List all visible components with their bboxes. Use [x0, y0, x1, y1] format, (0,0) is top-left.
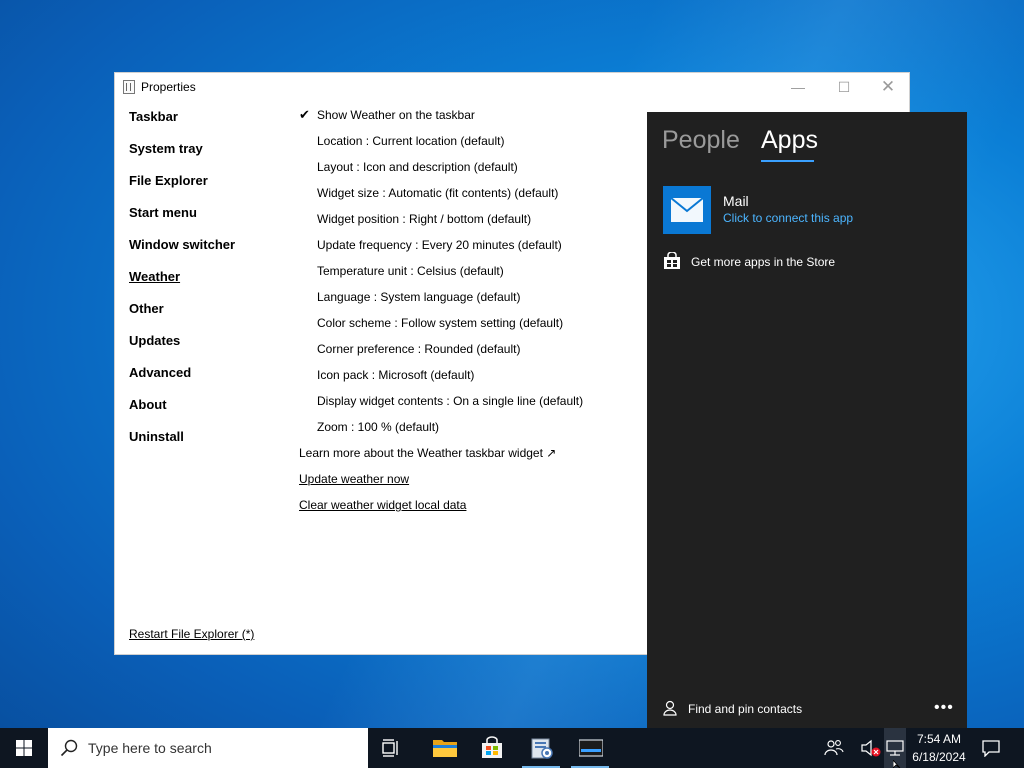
- windows-logo-icon: [16, 740, 32, 756]
- checkmark-icon: ✔: [299, 107, 310, 122]
- store-icon: [664, 252, 680, 269]
- nav-item-updates[interactable]: Updates: [129, 333, 235, 365]
- link-label: Learn more about the Weather taskbar wid…: [299, 446, 557, 460]
- folder-icon: [433, 740, 457, 757]
- setting-color-scheme[interactable]: Color scheme : Follow system setting (de…: [299, 315, 583, 341]
- setting-label: Update frequency : Every 20 minutes (def…: [317, 238, 562, 252]
- setting-label: Zoom : 100 % (default): [317, 420, 440, 434]
- task-view-button[interactable]: [368, 728, 414, 768]
- person-icon: [663, 700, 677, 716]
- setting-label: Widget size : Automatic (fit contents) (…: [317, 186, 559, 200]
- find-contacts-button[interactable]: Find and pin contacts: [688, 702, 802, 716]
- learn-more-link[interactable]: Learn more about the Weather taskbar wid…: [299, 445, 583, 471]
- store-bag-icon: [482, 736, 502, 758]
- mail-icon: [671, 198, 703, 222]
- nav-item-taskbar[interactable]: Taskbar: [129, 109, 235, 141]
- title-bar[interactable]: Properties — ☐ ✕: [115, 73, 909, 101]
- nav-item-uninstall[interactable]: Uninstall: [129, 429, 235, 461]
- setting-label: Layout : Icon and description (default): [317, 160, 518, 174]
- setting-icon-pack[interactable]: Icon pack : Microsoft (default): [299, 367, 583, 393]
- nav-item-advanced[interactable]: Advanced: [129, 365, 235, 397]
- setting-label: Show Weather on the taskbar: [317, 108, 475, 122]
- nav-item-weather[interactable]: Weather: [129, 269, 235, 301]
- setting-layout[interactable]: Layout : Icon and description (default): [299, 159, 583, 185]
- nav-item-file-explorer[interactable]: File Explorer: [129, 173, 235, 205]
- setting-language[interactable]: Language : System language (default): [299, 289, 583, 315]
- tab-people[interactable]: People: [662, 126, 740, 155]
- setting-display-contents[interactable]: Display widget contents : On a single li…: [299, 393, 583, 419]
- setting-label: Color scheme : Follow system setting (de…: [317, 316, 564, 330]
- properties-taskbar-button[interactable]: [518, 728, 564, 768]
- setting-zoom[interactable]: Zoom : 100 % (default): [299, 419, 583, 445]
- tab-apps[interactable]: Apps: [761, 126, 818, 155]
- volume-muted-icon[interactable]: [860, 738, 882, 758]
- setting-label: Widget position : Right / bottom (defaul…: [317, 212, 532, 226]
- setting-update-frequency[interactable]: Update frequency : Every 20 minutes (def…: [299, 237, 583, 263]
- weather-settings-list: ✔ Show Weather on the taskbar Location :…: [299, 107, 583, 523]
- search-input[interactable]: Type here to search: [48, 728, 368, 768]
- setting-widget-position[interactable]: Widget position : Right / bottom (defaul…: [299, 211, 583, 237]
- setting-show-weather[interactable]: ✔ Show Weather on the taskbar: [299, 107, 583, 133]
- mail-app-tile[interactable]: [663, 186, 711, 234]
- connect-app-link[interactable]: Click to connect this app: [723, 211, 853, 225]
- taskbar: Type here to search 7:54 AM 6/18/2024: [0, 728, 1024, 768]
- setting-widget-size[interactable]: Widget size : Automatic (fit contents) (…: [299, 185, 583, 211]
- network-icon: [886, 740, 904, 756]
- minimize-button[interactable]: —: [775, 73, 821, 101]
- maximize-button[interactable]: ☐: [821, 73, 867, 101]
- get-more-apps-link[interactable]: Get more apps in the Store: [691, 255, 835, 269]
- nav-item-about[interactable]: About: [129, 397, 235, 429]
- sidebar-nav: Taskbar System tray File Explorer Start …: [129, 109, 235, 461]
- task-view-icon: [382, 739, 398, 757]
- mail-app-name: Mail: [723, 193, 749, 209]
- link-label: Update weather now: [299, 472, 410, 486]
- setting-label: Language : System language (default): [317, 290, 521, 304]
- setting-corner-preference[interactable]: Corner preference : Rounded (default): [299, 341, 583, 367]
- file-explorer-button[interactable]: [420, 728, 466, 768]
- more-options-icon[interactable]: •••: [934, 699, 954, 717]
- setting-label: Display widget contents : On a single li…: [317, 394, 584, 408]
- setting-temperature-unit[interactable]: Temperature unit : Celsius (default): [299, 263, 583, 289]
- setting-label: Temperature unit : Celsius (default): [317, 264, 504, 278]
- close-button[interactable]: ✕: [865, 73, 911, 101]
- search-placeholder: Type here to search: [88, 740, 212, 756]
- clock-time[interactable]: 7:54 AM: [915, 732, 963, 746]
- update-weather-link[interactable]: Update weather now: [299, 471, 583, 497]
- nav-item-start-menu[interactable]: Start menu: [129, 205, 235, 237]
- people-icon[interactable]: [824, 738, 844, 758]
- nav-item-window-switcher[interactable]: Window switcher: [129, 237, 235, 269]
- action-center-icon[interactable]: [981, 739, 1001, 757]
- people-flyout: People Apps Mail Click to connect this a…: [647, 112, 967, 728]
- app-icon: [123, 80, 135, 94]
- start-button[interactable]: [0, 728, 48, 768]
- search-icon: [60, 739, 78, 757]
- link-label: Clear weather widget local data: [299, 498, 467, 512]
- mouse-cursor-icon: [893, 760, 901, 768]
- properties-app-icon: [531, 738, 553, 759]
- setting-label: Corner preference : Rounded (default): [317, 342, 521, 356]
- setting-location[interactable]: Location : Current location (default): [299, 133, 583, 159]
- setting-label: Icon pack : Microsoft (default): [317, 368, 475, 382]
- window-title: Properties: [141, 80, 196, 94]
- terminal-taskbar-button[interactable]: [567, 728, 613, 768]
- terminal-icon: [579, 739, 603, 757]
- setting-label: Location : Current location (default): [317, 134, 505, 148]
- active-tab-indicator: [761, 160, 814, 162]
- restart-explorer-link[interactable]: Restart File Explorer (*): [129, 627, 254, 641]
- clear-data-link[interactable]: Clear weather widget local data: [299, 497, 583, 523]
- nav-item-system-tray[interactable]: System tray: [129, 141, 235, 173]
- nav-item-other[interactable]: Other: [129, 301, 235, 333]
- store-button[interactable]: [468, 728, 514, 768]
- clock-date[interactable]: 6/18/2024: [910, 750, 968, 764]
